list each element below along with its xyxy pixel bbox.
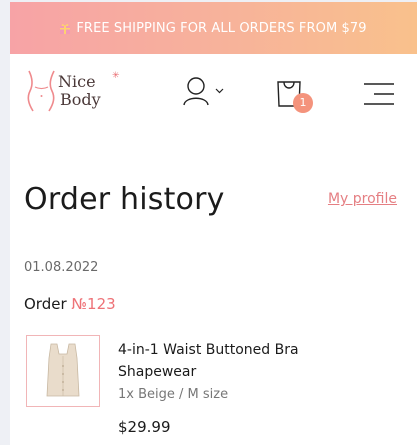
promo-banner[interactable]: FREE SHIPPING FOR ALL ORDERS FROM $79 [10, 2, 417, 54]
order-heading: Order №123 [24, 295, 116, 313]
my-profile-link[interactable]: My profile [328, 191, 397, 207]
hamburger-menu-icon [364, 83, 394, 105]
logo-line2: Body [60, 90, 101, 109]
user-icon [183, 77, 209, 106]
product-variant: 1x Beige / M size [118, 387, 229, 402]
order-date: 01.08.2022 [24, 260, 99, 275]
product-price: $29.99 [118, 418, 171, 436]
menu-button[interactable] [362, 81, 396, 111]
logo-line1: Nice [58, 72, 96, 91]
gift-icon [60, 23, 71, 34]
cart-button[interactable]: 1 [274, 76, 314, 114]
site-header: Nice Body ✳ 1 [10, 54, 417, 136]
promo-text: FREE SHIPPING FOR ALL ORDERS FROM $79 [76, 20, 367, 36]
body-silhouette-icon [27, 70, 55, 112]
account-button[interactable] [182, 76, 224, 106]
logo[interactable]: Nice Body ✳ [24, 69, 124, 115]
page-title: Order history [24, 182, 225, 217]
product-name[interactable]: 4-in-1 Waist Buttoned Bra Shapewear [118, 339, 348, 383]
order-number[interactable]: №123 [71, 295, 115, 313]
mobile-page: FREE SHIPPING FOR ALL ORDERS FROM $79 Ni… [10, 2, 417, 445]
logo-star-icon: ✳ [112, 71, 120, 81]
logo-wordmark: Nice Body [58, 73, 101, 109]
product-image[interactable] [26, 335, 100, 407]
order-label: Order [24, 295, 67, 313]
cart-count-badge: 1 [293, 93, 313, 113]
chevron-down-icon [215, 88, 224, 94]
